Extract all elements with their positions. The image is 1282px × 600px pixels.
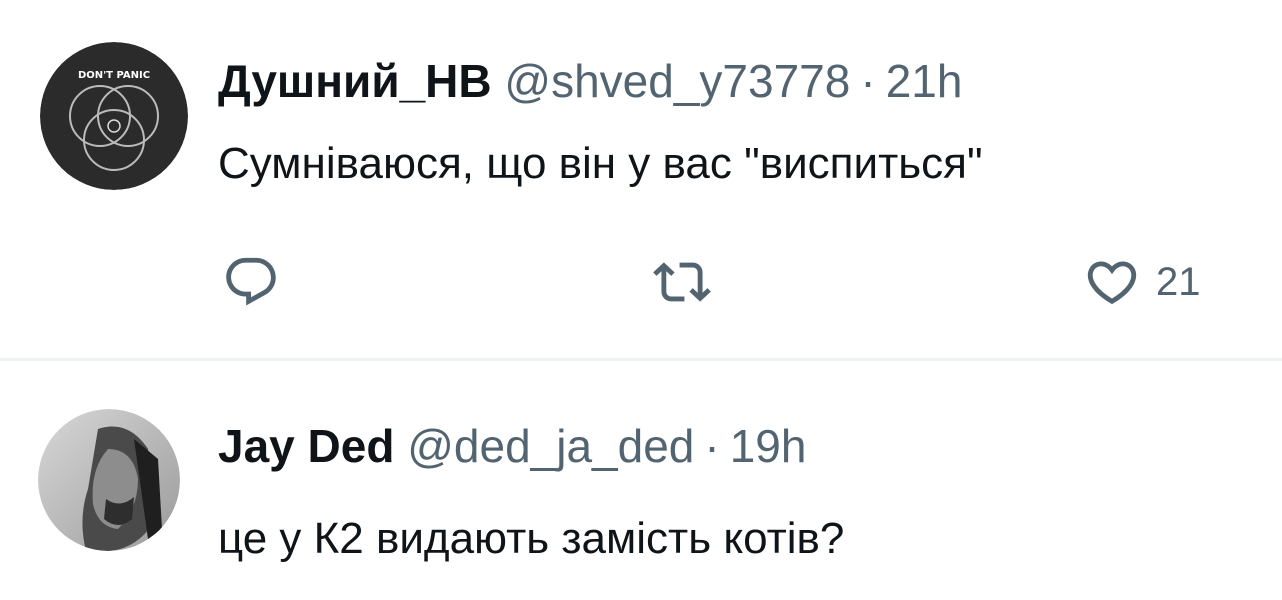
reply-button[interactable] bbox=[222, 253, 280, 311]
avatar-logo-text: DON'T PANIC bbox=[78, 70, 150, 81]
dont-panic-venn-avatar-icon: DON'T PANIC bbox=[40, 42, 188, 190]
author-handle[interactable]: @ded_ja_ded bbox=[407, 420, 694, 472]
tweet-text: Сумніваюся, що він у вас "виспиться" bbox=[218, 139, 983, 188]
timestamp[interactable]: 21h bbox=[886, 55, 963, 107]
avatar[interactable] bbox=[38, 409, 180, 551]
author-handle[interactable]: @shved_y73778 bbox=[504, 55, 850, 107]
portrait-photo-avatar-icon bbox=[38, 409, 180, 551]
tweet-header: Jay Ded @ded_ja_ded · 19h bbox=[218, 423, 806, 469]
timestamp[interactable]: 19h bbox=[730, 420, 807, 472]
like-button[interactable]: 21 bbox=[1082, 253, 1201, 311]
tweet[interactable]: Jay Ded @ded_ja_ded · 19h це у К2 видають … bbox=[0, 361, 1282, 600]
retweet-icon bbox=[653, 262, 711, 302]
tweet-header: Душний_НВ @shved_y73778 · 21h bbox=[218, 58, 962, 104]
author-name[interactable]: Душний_НВ bbox=[218, 55, 492, 107]
avatar[interactable]: DON'T PANIC bbox=[40, 42, 188, 190]
reply-icon bbox=[226, 257, 276, 306]
tweet-text: це у К2 видають замість котів? bbox=[218, 514, 845, 563]
heart-icon bbox=[1087, 261, 1137, 305]
separator-dot: · bbox=[704, 420, 720, 472]
separator-dot: · bbox=[860, 55, 876, 107]
author-name[interactable]: Jay Ded bbox=[218, 420, 394, 472]
retweet-button[interactable] bbox=[646, 253, 718, 311]
like-count: 21 bbox=[1156, 259, 1201, 304]
tweet[interactable]: DON'T PANIC Душний_НВ @shved_y73778 · 21h … bbox=[0, 0, 1282, 361]
